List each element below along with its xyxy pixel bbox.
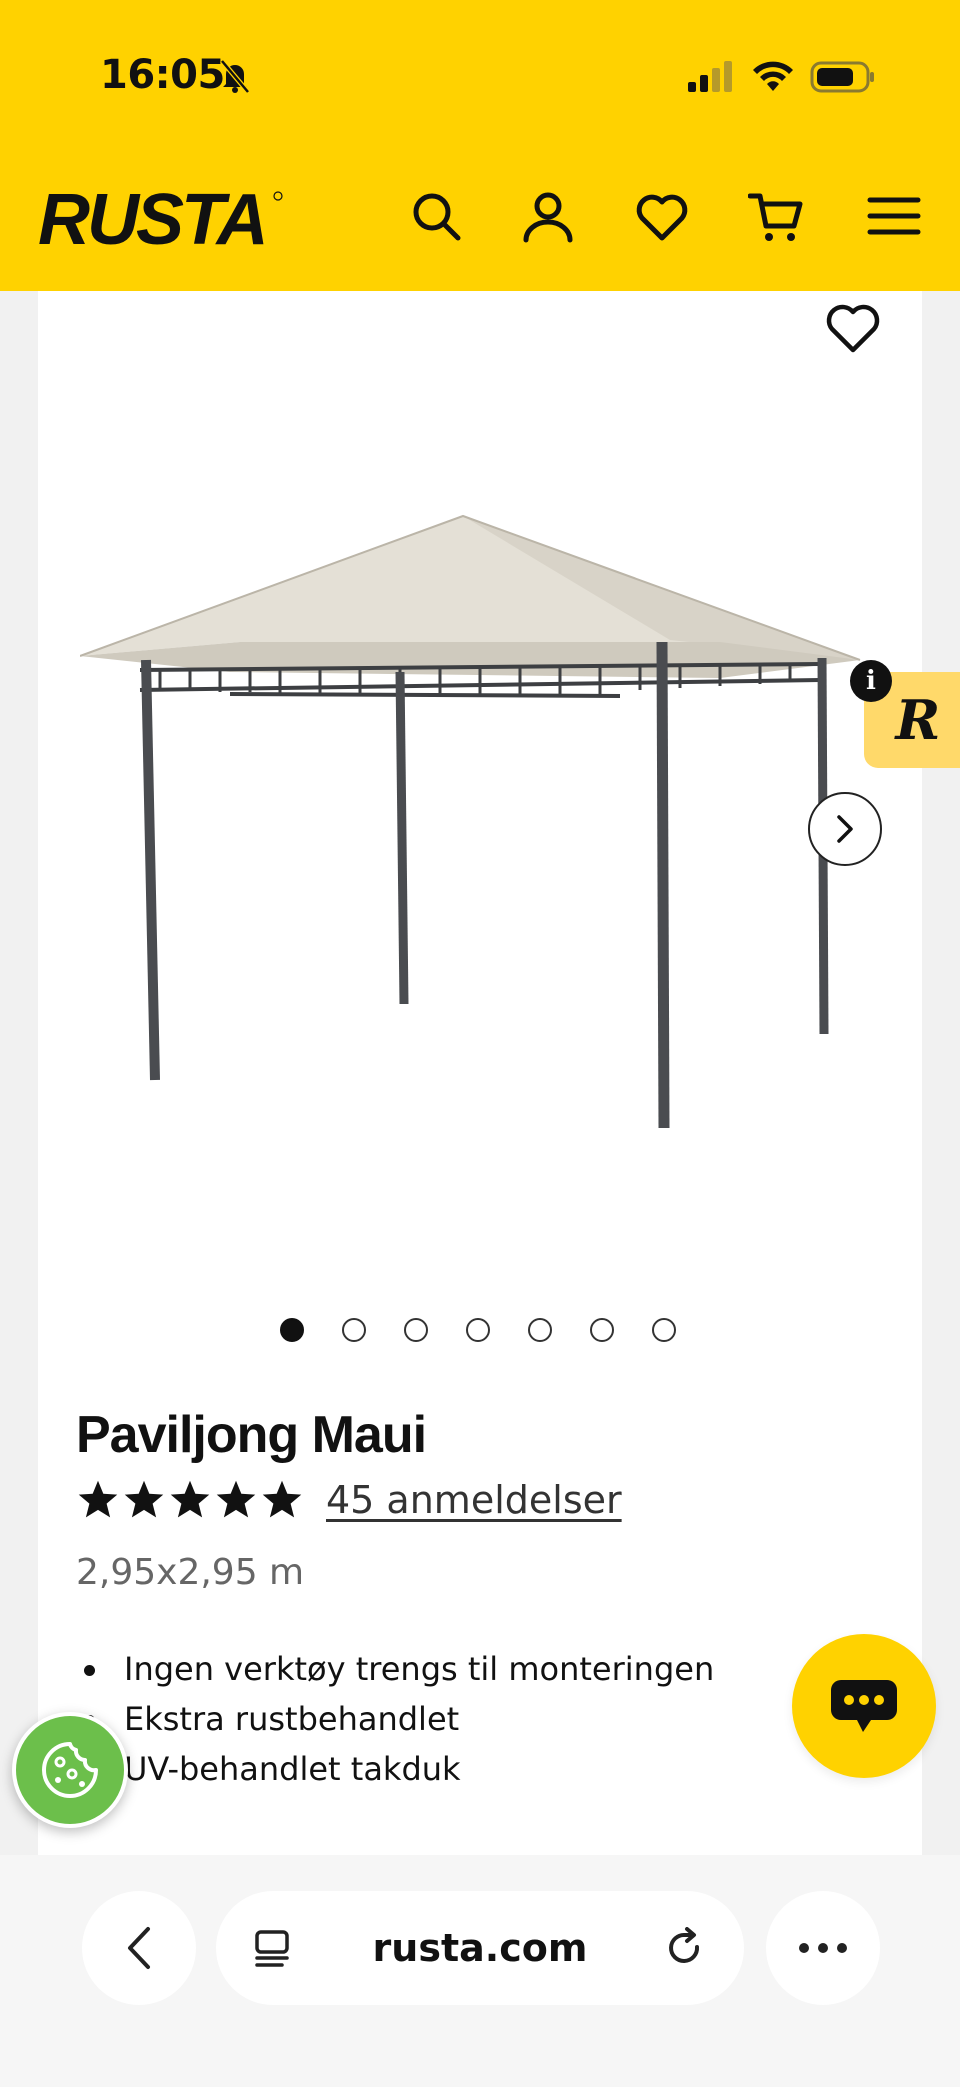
battery-icon [810, 61, 874, 93]
carousel-dot[interactable] [342, 1318, 366, 1342]
star-icon [124, 1480, 164, 1518]
image-carousel-dots [280, 1318, 676, 1344]
chat-bubble-icon [831, 1680, 897, 1732]
feature-list: Ingen verktøy trengs til monteringen Eks… [80, 1644, 714, 1794]
svg-text:RUSTA: RUSTA [38, 180, 266, 254]
heart-icon[interactable] [634, 188, 690, 244]
product-size: 2,95x2,95 m [76, 1552, 305, 1593]
account-icon[interactable] [520, 188, 576, 244]
info-icon[interactable]: i [850, 660, 892, 702]
star-icon [262, 1480, 302, 1518]
site-header: 16:05 RUSTA [0, 0, 960, 291]
carousel-dot[interactable] [404, 1318, 428, 1342]
address-bar[interactable]: rusta.com [216, 1891, 744, 2005]
star-icon [78, 1480, 118, 1518]
carousel-dot[interactable] [590, 1318, 614, 1342]
carousel-dot[interactable] [528, 1318, 552, 1342]
chat-button[interactable] [792, 1634, 936, 1778]
cookie-icon [42, 1742, 98, 1798]
reviews-link[interactable]: 45 anmeldelser [326, 1478, 622, 1522]
feature-item: UV-behandlet takduk [80, 1744, 714, 1794]
carousel-dot[interactable] [652, 1318, 676, 1342]
feature-item: Ekstra rustbehandlet [80, 1694, 714, 1744]
next-image-button[interactable] [808, 792, 882, 866]
cart-icon[interactable] [747, 188, 804, 244]
more-options-button[interactable] [766, 1891, 880, 2005]
search-icon[interactable] [408, 188, 464, 244]
rusta-logo[interactable]: RUSTA [36, 178, 286, 254]
cookie-settings-button[interactable] [12, 1712, 128, 1828]
chevron-right-icon [837, 815, 853, 843]
feature-item: Ingen verktøy trengs til monteringen [80, 1644, 714, 1694]
star-icon [216, 1480, 256, 1518]
carousel-dot[interactable] [280, 1318, 304, 1342]
wifi-icon [753, 61, 793, 91]
rating-stars[interactable] [76, 1478, 308, 1524]
reload-icon[interactable] [664, 1927, 706, 1969]
chevron-left-icon [128, 1927, 150, 1969]
menu-icon[interactable] [866, 188, 922, 244]
back-button[interactable] [82, 1891, 196, 2005]
ellipsis-icon [799, 1943, 847, 1953]
carousel-dot[interactable] [466, 1318, 490, 1342]
star-icon [170, 1480, 210, 1518]
product-title: Paviljong Maui [76, 1406, 427, 1464]
status-time: 16:05 [100, 52, 225, 98]
wishlist-heart-icon[interactable] [824, 300, 882, 356]
bell-off-icon [220, 59, 250, 94]
browser-toolbar: rusta.com [0, 1855, 960, 2087]
gazebo-product-image[interactable] [80, 500, 880, 1150]
cellular-signal-icon [688, 61, 732, 92]
